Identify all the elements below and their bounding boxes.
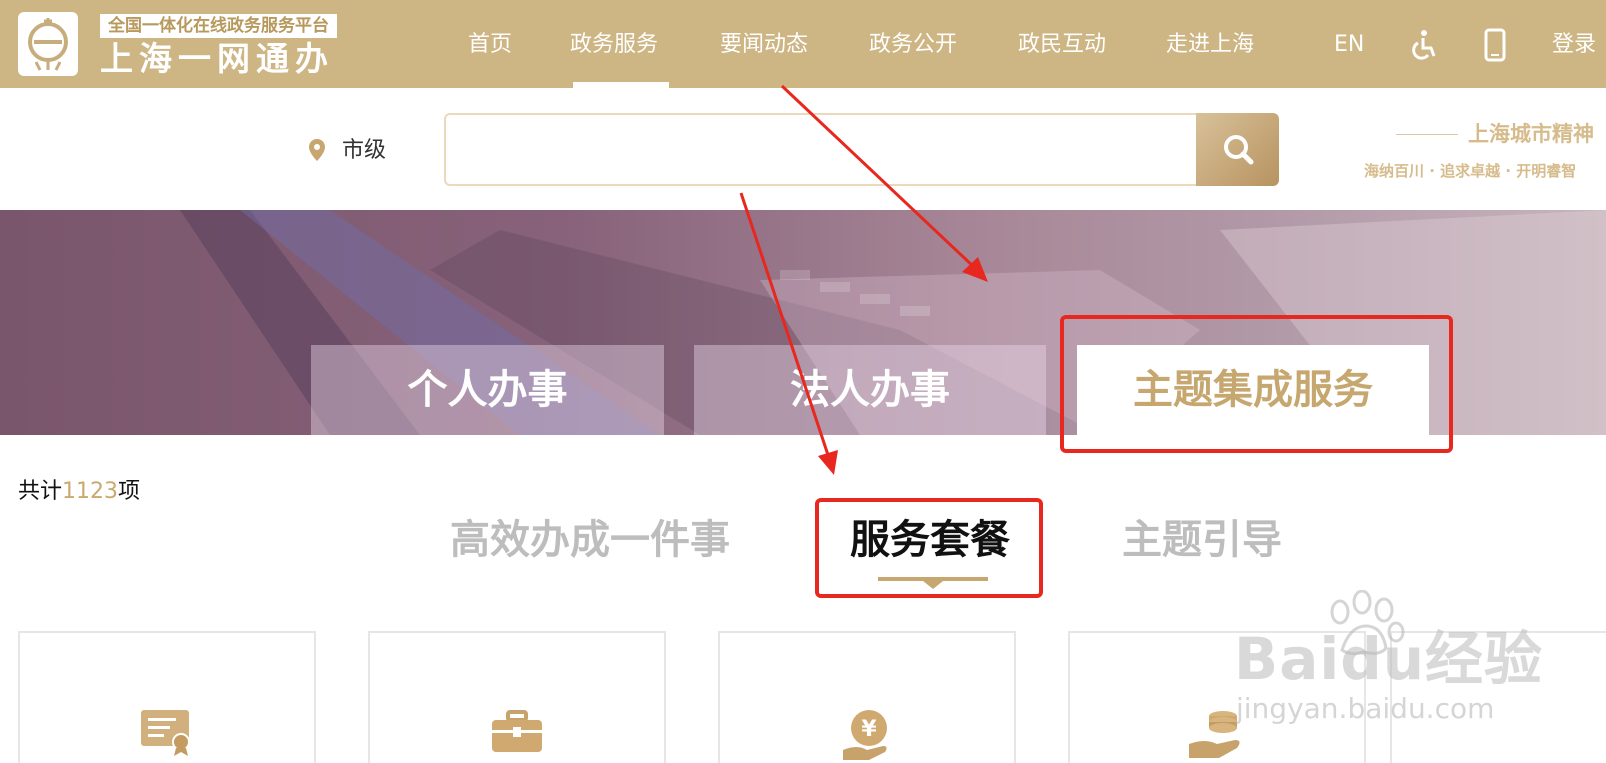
highlight-box-theme-tab: [1060, 315, 1453, 453]
search-input[interactable]: [444, 113, 1198, 186]
login-button[interactable]: 登录: [1552, 30, 1596, 60]
watermark-url: jingyan.baidu.com: [1236, 692, 1495, 725]
arrow-head-to-service-package: [818, 450, 838, 475]
certificate-icon: [141, 710, 190, 756]
count-number: 1123: [62, 479, 119, 504]
service-card-3[interactable]: ¥: [718, 631, 1016, 763]
location-pin-icon: [309, 139, 325, 161]
wheelchair-icon[interactable]: [1406, 28, 1440, 62]
search-icon: [1224, 135, 1254, 165]
location-selector[interactable]: 市级: [342, 136, 386, 166]
brand-title: 上海一网通办: [100, 39, 334, 78]
page: 全国一体化在线政务服务平台 上海一网通办 首页 政务服务 要闻动态 政务公开 政…: [0, 0, 1606, 763]
tab-personal-affairs[interactable]: 个人办事: [311, 345, 664, 435]
svg-text:¥: ¥: [861, 717, 877, 742]
top-header: 全国一体化在线政务服务平台 上海一网通办 首页 政务服务 要闻动态 政务公开 政…: [0, 0, 1606, 88]
logo-icon[interactable]: [18, 12, 78, 76]
nav-about-shanghai[interactable]: 走进上海: [1166, 30, 1254, 60]
nav-news[interactable]: 要闻动态: [720, 30, 808, 60]
nav-active-indicator: [573, 82, 669, 88]
nav-gov-public[interactable]: 政务公开: [869, 30, 957, 60]
watermark-brand: Baidu经验: [1234, 625, 1544, 693]
brand-subtitle: 全国一体化在线政务服务平台: [100, 14, 337, 38]
nav-gov-services[interactable]: 政务服务: [570, 30, 658, 60]
subtab-theme-guide[interactable]: 主题引导: [1122, 515, 1282, 565]
subtab-efficient-one-thing[interactable]: 高效办成一件事: [450, 515, 730, 565]
nav-home[interactable]: 首页: [468, 30, 512, 60]
highlight-box-service-package: [815, 498, 1043, 598]
search-button[interactable]: [1196, 113, 1279, 186]
lang-switch[interactable]: EN: [1334, 30, 1364, 60]
mobile-phone-icon[interactable]: [1478, 28, 1512, 62]
slogan-divider: [1396, 134, 1458, 135]
briefcase-icon: [492, 710, 542, 752]
tab-legal-affairs[interactable]: 法人办事: [694, 345, 1046, 435]
nav-interaction[interactable]: 政民互动: [1018, 30, 1106, 60]
count-suffix: 项: [118, 479, 141, 504]
slogan-subtitle: 海纳百川 · 追求卓越 · 开明睿智: [1364, 162, 1577, 180]
service-card-1[interactable]: [18, 631, 316, 763]
count-prefix: 共计: [18, 479, 63, 504]
item-count: 共计1123项: [18, 477, 140, 507]
slogan-title: 上海城市精神: [1468, 122, 1594, 146]
service-card-2[interactable]: [368, 631, 666, 763]
yuan-coin-hand-icon: ¥: [843, 710, 887, 760]
